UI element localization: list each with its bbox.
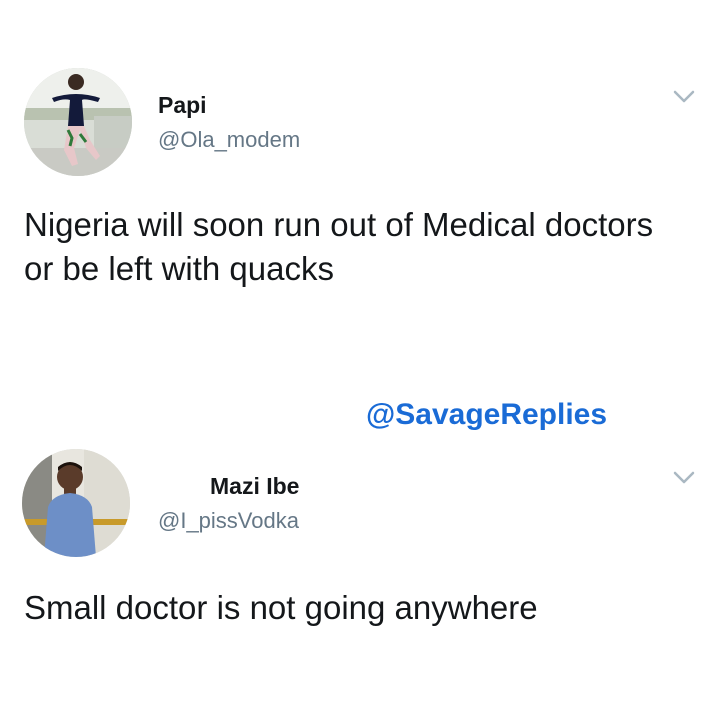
display-name[interactable]: Mazi Ibe (210, 473, 299, 500)
tweet-card: Mazi Ibe @I_pissVodka Small doctor is no… (0, 440, 720, 720)
tweet-card: Papi @Ola_modem Nigeria will soon run ou… (0, 0, 720, 330)
display-name[interactable]: Papi (158, 92, 207, 119)
avatar[interactable] (24, 68, 132, 176)
avatar-photo (22, 449, 130, 557)
user-handle[interactable]: @I_pissVodka (158, 508, 299, 534)
avatar-photo (24, 68, 132, 176)
chevron-down-icon[interactable] (672, 89, 696, 105)
watermark: @SavageReplies (366, 398, 608, 431)
user-handle[interactable]: @Ola_modem (158, 127, 300, 153)
tweet-text: Nigeria will soon run out of Medical doc… (24, 206, 654, 287)
avatar[interactable] (22, 449, 130, 557)
chevron-down-icon[interactable] (672, 470, 696, 486)
tweet-text: Small doctor is not going anywhere (24, 589, 538, 626)
